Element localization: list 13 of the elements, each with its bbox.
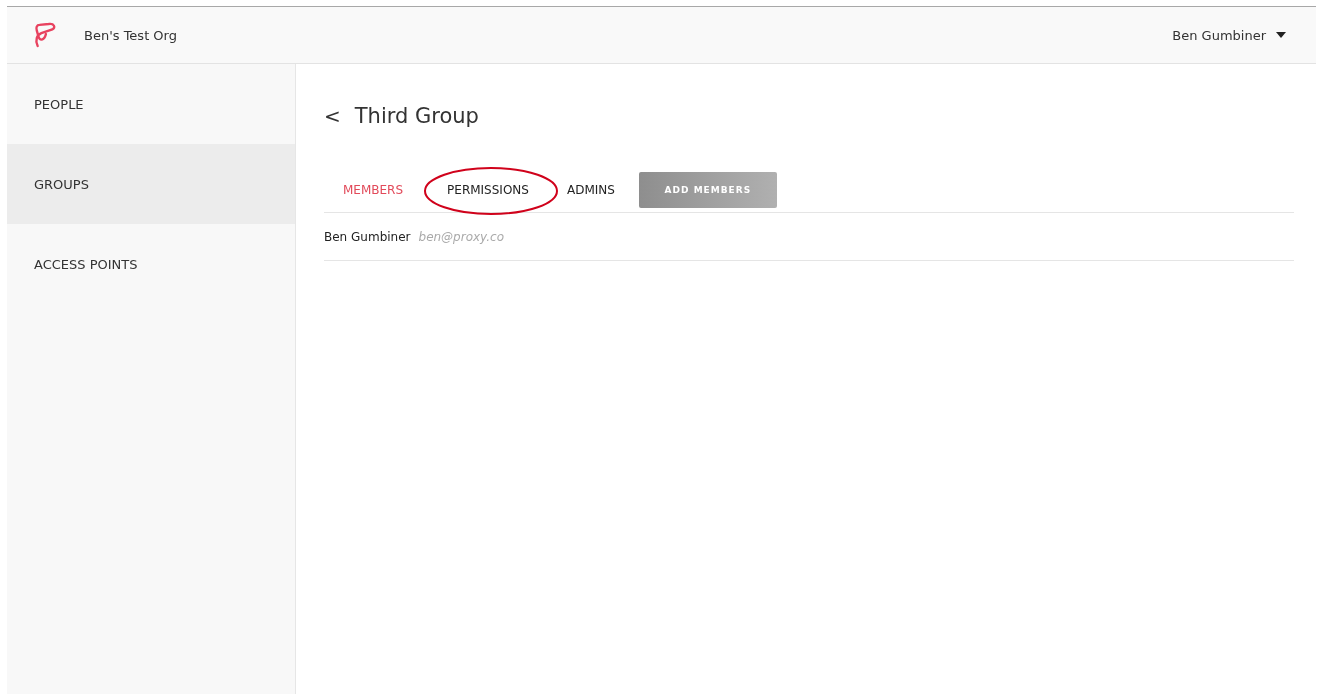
page-title: Third Group — [354, 104, 479, 128]
caret-icon — [1276, 32, 1286, 38]
sidebar-item[interactable]: PEOPLE — [7, 64, 295, 144]
tab[interactable]: MEMBERS — [343, 179, 404, 201]
tab[interactable]: ADMINS — [566, 179, 615, 201]
member-name: Ben Gumbiner — [324, 229, 411, 244]
sidebar-item[interactable]: ACCESS POINTS — [7, 224, 295, 304]
sidebar-item[interactable]: GROUPS — [7, 144, 295, 224]
member-email: ben@proxy.co — [418, 229, 505, 244]
org-name: Ben's Test Org — [84, 27, 177, 43]
back-button[interactable]: < — [324, 104, 341, 128]
logo-icon — [34, 22, 56, 48]
user-menu[interactable]: Ben Gumbiner — [1172, 27, 1286, 43]
